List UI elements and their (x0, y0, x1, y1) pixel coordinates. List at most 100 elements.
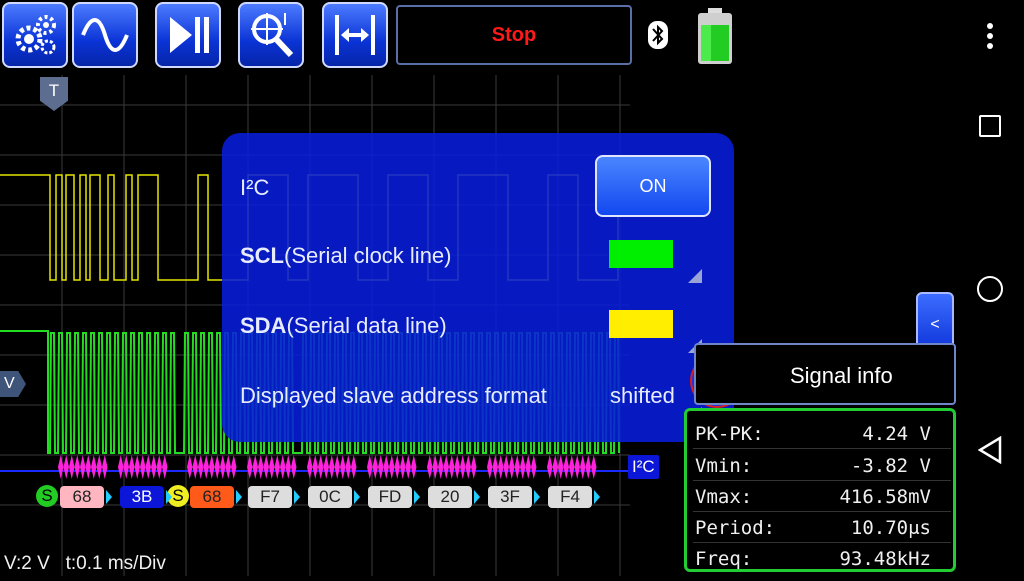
decode-tag: I²C (628, 455, 659, 479)
bit-marker (400, 455, 406, 479)
run-status-display[interactable]: Stop (396, 5, 632, 65)
bit-marker (198, 455, 204, 479)
bit-marker (509, 455, 515, 479)
ack-marker (166, 490, 172, 504)
settings-button[interactable] (2, 2, 68, 68)
play-pause-icon (170, 17, 209, 53)
decoded-byte-chip: 3F (488, 486, 532, 508)
bit-marker (263, 455, 269, 479)
measurement-row: Period: 10.70μs (693, 511, 951, 543)
battery-icon (696, 8, 734, 71)
sine-wave-icon (81, 18, 129, 52)
bit-marker (411, 455, 417, 479)
bit-marker (225, 455, 231, 479)
recents-square-icon[interactable] (979, 115, 1001, 137)
bit-marker (438, 455, 444, 479)
measurements-panel: PK-PK: 4.24 V Vmin: -3.82 V Vmax: 416.58mV … (684, 408, 956, 572)
bit-marker (274, 455, 280, 479)
bit-marker (498, 455, 504, 479)
gears-icon (15, 15, 56, 55)
bit-marker (258, 455, 264, 479)
bit-marker (520, 455, 526, 479)
start-marker: S (36, 485, 58, 507)
bit-marker (102, 455, 108, 479)
bit-marker (156, 455, 162, 479)
fit-width-button[interactable] (322, 2, 388, 68)
ack-marker (294, 490, 300, 504)
decoded-byte-chip: 3B (120, 486, 164, 508)
address-format-value[interactable]: shifted (610, 383, 675, 409)
scale-readout: V:2 V t:0.1 ms/Div (4, 553, 166, 574)
bit-marker (220, 455, 226, 479)
cursor-zoom-button[interactable] (238, 2, 304, 68)
bit-marker (531, 455, 537, 479)
bit-marker (345, 455, 351, 479)
bit-marker (280, 455, 286, 479)
bit-marker (580, 455, 586, 479)
i2c-settings-dialog: I²C ON SCL(Serial clock line) SDA(Serial… (222, 133, 734, 442)
ack-marker (474, 490, 480, 504)
decoded-byte-chip: 68 (60, 486, 104, 508)
bit-marker (454, 455, 460, 479)
bit-marker (492, 455, 498, 479)
bit-marker (291, 455, 297, 479)
bit-marker (134, 455, 140, 479)
ack-marker (534, 490, 540, 504)
i2c-on-button[interactable]: ON (595, 155, 711, 217)
bit-marker (74, 455, 80, 479)
measurement-row: Freq: 93.48kHz (695, 548, 931, 570)
bit-marker (471, 455, 477, 479)
bit-marker (118, 455, 124, 479)
bit-marker (209, 455, 215, 479)
sda-label: SDA(Serial data line) (240, 313, 447, 338)
bit-marker (231, 455, 237, 479)
bit-marker (151, 455, 157, 479)
more-vert-icon[interactable] (986, 22, 994, 55)
bit-marker (372, 455, 378, 479)
signal-info-button[interactable]: Signal info (694, 343, 956, 405)
bit-marker (145, 455, 151, 479)
measurement-row: Vmax: 416.58mV (693, 480, 951, 512)
bit-marker (563, 455, 569, 479)
bit-marker (465, 455, 471, 479)
bit-marker (514, 455, 520, 479)
ack-marker (414, 490, 420, 504)
bit-marker (252, 455, 258, 479)
bit-marker (91, 455, 97, 479)
ack-marker (354, 490, 360, 504)
dialog-title: I²C (240, 175, 270, 200)
scl-color-picker[interactable] (609, 240, 673, 268)
bit-marker (427, 455, 433, 479)
bluetooth-icon (647, 20, 669, 55)
bit-marker (460, 455, 466, 479)
bit-marker (585, 455, 591, 479)
bit-marker (85, 455, 91, 479)
waveform-button[interactable] (72, 2, 138, 68)
bit-marker (405, 455, 411, 479)
bit-marker (449, 455, 455, 479)
signal-info-label: Signal info (790, 363, 893, 388)
sda-color-picker[interactable] (609, 310, 673, 338)
decoded-byte-chip: 20 (428, 486, 472, 508)
bit-marker (312, 455, 318, 479)
back-triangle-icon[interactable] (977, 435, 1002, 469)
decoded-byte-chip: FD (368, 486, 412, 508)
bit-marker (58, 455, 64, 479)
bit-marker (129, 455, 135, 479)
ack-marker (236, 490, 242, 504)
bit-marker (140, 455, 146, 479)
bit-marker (552, 455, 558, 479)
bit-marker (80, 455, 86, 479)
bit-marker (351, 455, 357, 479)
decoded-byte-chip: 0C (308, 486, 352, 508)
bit-marker (487, 455, 493, 479)
home-circle-icon[interactable] (977, 276, 1003, 302)
bit-marker (394, 455, 400, 479)
bit-marker (203, 455, 209, 479)
decoded-byte-chip: 68 (190, 486, 234, 508)
address-format-label: Displayed slave address format (240, 383, 547, 408)
scl-dropdown-corner[interactable] (688, 269, 702, 283)
run-pause-button[interactable] (155, 2, 221, 68)
bit-marker (569, 455, 575, 479)
bit-marker (329, 455, 335, 479)
